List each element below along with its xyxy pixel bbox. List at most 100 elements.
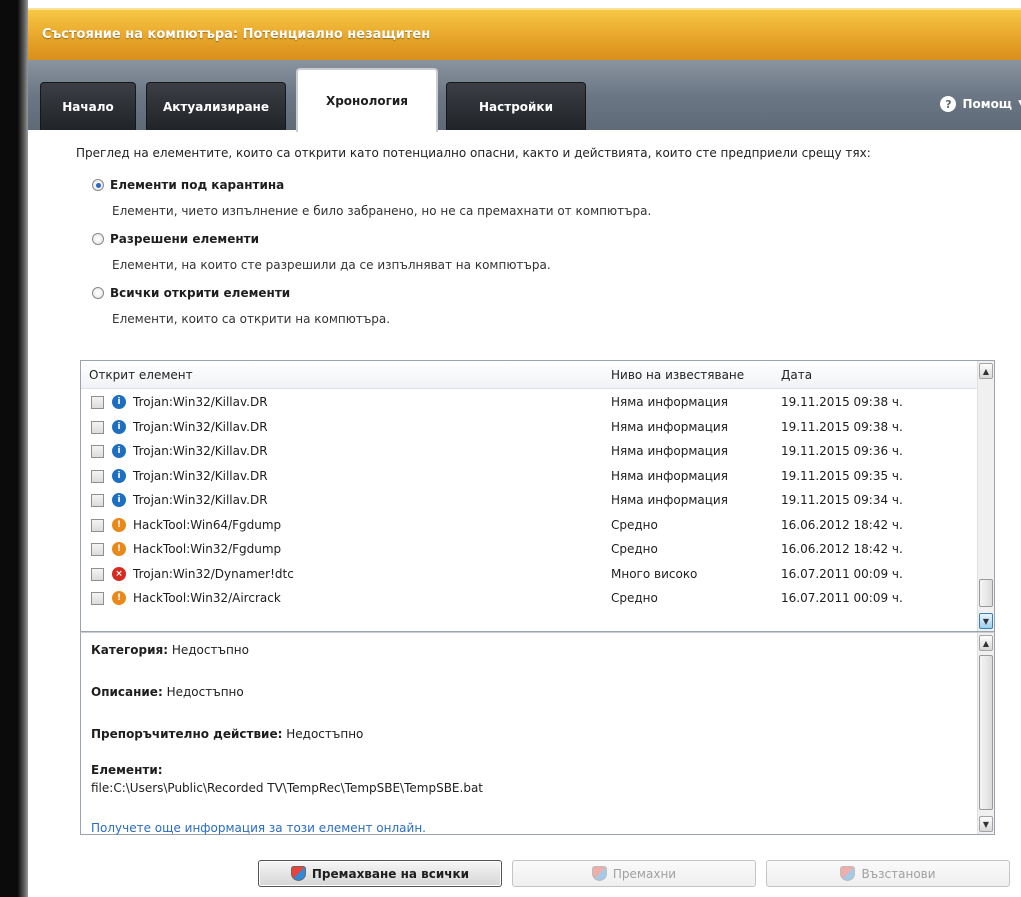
- column-header-item[interactable]: Открит елемент: [89, 368, 193, 382]
- intro-text: Преглед на елементите, които са открити …: [76, 146, 871, 160]
- list-scrollbar[interactable]: ▲ ▼: [977, 361, 994, 631]
- scroll-thumb[interactable]: [979, 579, 993, 607]
- info-icon: i: [112, 444, 126, 458]
- left-edge-shading: [18, 0, 28, 897]
- detection-date: 19.11.2015 09:38 ч.: [781, 395, 903, 409]
- row-checkbox[interactable]: [91, 494, 104, 507]
- row-checkbox[interactable]: [91, 592, 104, 605]
- alert-level: Средно: [611, 517, 658, 532]
- tab-strip: Начало Актуализиране Хронология Настройк…: [28, 60, 1021, 132]
- detection-date: 16.07.2011 00:09 ч.: [781, 591, 903, 605]
- list-item[interactable]: i Trojan:Win32/Killav.DR Няма информация 19…: [81, 465, 977, 488]
- shield-icon: [290, 866, 306, 881]
- alert-level: Няма информация: [611, 493, 728, 507]
- item-name: Trojan:Win32/Killav.DR: [133, 468, 268, 483]
- remove-all-button[interactable]: Премахване на всички: [258, 860, 502, 887]
- list-item[interactable]: ! HackTool:Win32/Aircrack Средно 16.07.2011…: [81, 587, 977, 610]
- detail-items: Елементи:: [91, 763, 163, 777]
- list-item[interactable]: i Trojan:Win32/Killav.DR Няма информация 19…: [81, 416, 977, 439]
- warning-icon: !: [112, 542, 126, 556]
- tab-update[interactable]: Актуализиране: [146, 82, 286, 130]
- remove-button[interactable]: Премахни: [512, 860, 756, 887]
- option-description: Елементи, на които сте разрешили да се и…: [112, 258, 551, 272]
- alert-level: Няма информация: [611, 468, 728, 483]
- detection-date: 19.11.2015 09:34 ч.: [781, 493, 903, 507]
- warning-icon: !: [112, 517, 126, 532]
- radio-button[interactable]: [92, 179, 104, 191]
- list-item[interactable]: i Trojan:Win32/Killav.DR Няма информация 19…: [81, 391, 977, 414]
- list-item[interactable]: i Trojan:Win32/Killav.DR Няма информация 19…: [81, 440, 977, 463]
- column-header-date[interactable]: Дата: [781, 368, 812, 382]
- help-button[interactable]: ? Помощ ▼: [940, 96, 1021, 112]
- detail-label: Категория:: [91, 643, 169, 657]
- item-name: HackTool:Win32/Fgdump: [133, 542, 282, 556]
- severe-icon: ×: [112, 566, 126, 581]
- row-checkbox[interactable]: [91, 518, 104, 532]
- help-icon: ?: [940, 96, 957, 112]
- list-item[interactable]: × Trojan:Win32/Dynamer!dtc Много високо 16.…: [81, 563, 977, 586]
- detected-items-list[interactable]: Открит елемент Ниво на известяване Дата …: [80, 360, 995, 632]
- radio-quarantined[interactable]: Елементи под карантина: [92, 178, 284, 192]
- scroll-up-icon[interactable]: ▲: [979, 635, 993, 651]
- row-checkbox[interactable]: [91, 469, 104, 483]
- detail-value: Недостъпно: [166, 685, 244, 699]
- detail-value: Недостъпно: [286, 727, 364, 741]
- tab-history[interactable]: Хронология: [296, 68, 438, 132]
- button-label: Възстанови: [861, 866, 936, 881]
- info-icon: i: [112, 468, 126, 483]
- list-item[interactable]: ! HackTool:Win64/Fgdump Средно 16.06.2012 1…: [81, 514, 977, 537]
- warning-icon: !: [112, 591, 126, 605]
- list-item[interactable]: i Trojan:Win32/Killav.DR Няма информация 19…: [81, 489, 977, 512]
- list-item[interactable]: ! HackTool:Win32/Fgdump Средно 16.06.2012 1…: [81, 538, 977, 561]
- row-checkbox[interactable]: [91, 543, 104, 556]
- detail-description: Описание: Недостъпно: [91, 685, 244, 699]
- item-name: Trojan:Win32/Killav.DR: [133, 395, 268, 409]
- button-label: Премахване на всички: [311, 866, 470, 881]
- detail-file-path: file:C:\Users\Public\Recorded TV\TempRec…: [91, 781, 484, 795]
- option-label: Разрешени елементи: [110, 232, 260, 246]
- shield-icon: [840, 866, 856, 881]
- scroll-thumb[interactable]: [979, 655, 993, 810]
- item-name: Trojan:Win32/Killav.DR: [133, 444, 268, 458]
- row-checkbox[interactable]: [91, 567, 104, 581]
- detection-date: 19.11.2015 09:35 ч.: [781, 468, 903, 483]
- item-name: Trojan:Win32/Dynamer!dtc: [133, 566, 294, 581]
- scroll-up-icon[interactable]: ▲: [979, 363, 993, 379]
- restore-button[interactable]: Възстанови: [766, 860, 1010, 887]
- alert-level: Средно: [611, 591, 658, 605]
- tab-settings[interactable]: Настройки: [446, 82, 586, 130]
- detection-date: 16.06.2012 18:42 ч.: [781, 517, 903, 532]
- info-icon: i: [112, 493, 126, 507]
- scroll-down-icon[interactable]: ▼: [979, 613, 993, 629]
- detail-label: Елементи:: [91, 763, 163, 777]
- detail-category: Категория: Недостъпно: [91, 643, 249, 657]
- details-pane: Категория: Недостъпно Описание: Недостъп…: [80, 632, 995, 835]
- detection-date: 16.06.2012 18:42 ч.: [781, 542, 903, 556]
- left-edge: [0, 0, 28, 897]
- window-title: Състояние на компютъра: Потенциално неза…: [42, 27, 431, 42]
- title-bar: Състояние на компютъра: Потенциално неза…: [28, 8, 1021, 60]
- row-checkbox[interactable]: [91, 396, 104, 409]
- detection-date: 19.11.2015 09:38 ч.: [781, 419, 903, 434]
- tab-home[interactable]: Начало: [40, 82, 136, 130]
- scroll-down-icon[interactable]: ▼: [979, 816, 993, 832]
- details-scrollbar[interactable]: ▲ ▼: [977, 633, 994, 834]
- option-label: Всички открити елементи: [110, 286, 291, 300]
- more-info-link[interactable]: Получете още информация за този елемент …: [91, 821, 426, 835]
- row-checkbox[interactable]: [91, 445, 104, 458]
- option-label: Елементи под карантина: [110, 178, 285, 192]
- radio-button[interactable]: [92, 233, 104, 245]
- info-icon: i: [112, 419, 126, 434]
- radio-all-detected[interactable]: Всички открити елементи: [92, 286, 290, 300]
- button-label: Премахни: [612, 866, 677, 881]
- defender-window: Състояние на компютъра: Потенциално неза…: [28, 0, 1021, 897]
- detail-label: Препоръчително действие:: [91, 727, 283, 741]
- item-name: Trojan:Win32/Killav.DR: [133, 419, 268, 434]
- column-header-level[interactable]: Ниво на известяване: [611, 368, 744, 382]
- radio-button[interactable]: [92, 287, 104, 299]
- alert-level: Няма информация: [611, 444, 728, 458]
- radio-allowed[interactable]: Разрешени елементи: [92, 232, 259, 246]
- detection-date: 19.11.2015 09:36 ч.: [781, 444, 903, 458]
- row-checkbox[interactable]: [91, 420, 104, 434]
- option-description: Елементи, чието изпълнение е било забран…: [112, 204, 652, 218]
